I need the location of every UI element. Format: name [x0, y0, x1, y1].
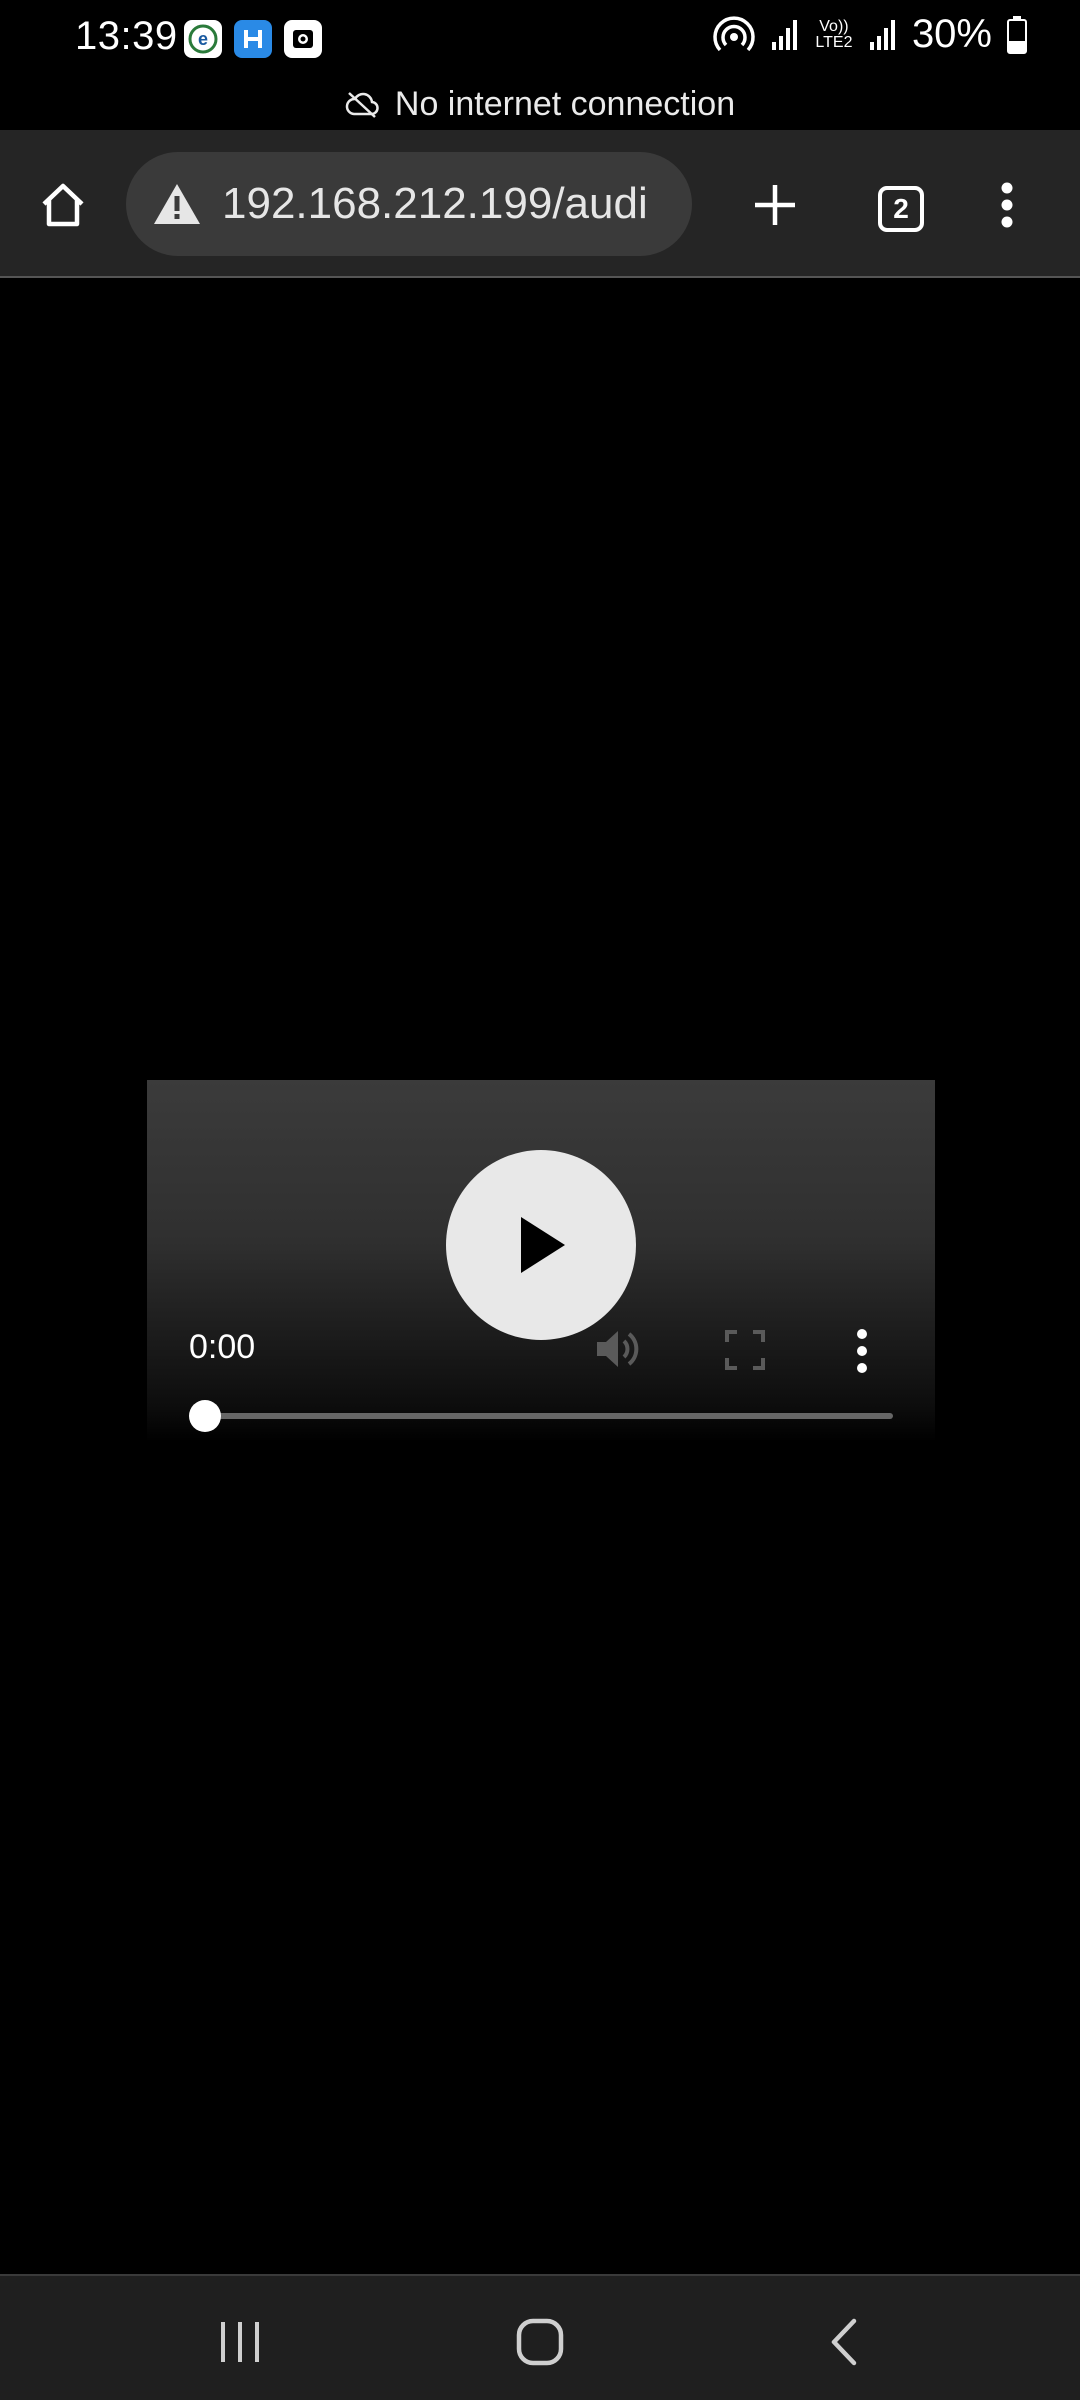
battery-percent: 30% — [911, 12, 992, 56]
current-time: 0:00 — [189, 1328, 256, 1366]
recents-button[interactable] — [200, 2302, 280, 2382]
seek-bar[interactable] — [203, 1413, 893, 1419]
play-button[interactable] — [446, 1150, 636, 1340]
player-options-button[interactable] — [850, 1326, 874, 1376]
status-time: 13:39 — [75, 14, 178, 58]
battery-icon — [1007, 15, 1027, 54]
status-right-group: Vo)) LTE2 30% — [712, 12, 1028, 57]
volume-icon — [597, 1331, 639, 1367]
mute-button[interactable] — [593, 1324, 643, 1374]
play-icon — [521, 1217, 565, 1273]
signal-icon-1 — [771, 19, 797, 50]
plus-icon — [755, 185, 795, 225]
app-h-icon — [234, 20, 272, 58]
system-nav-bar — [0, 2274, 1080, 2400]
browser-toolbar: 192.168.212.199/audi 2 — [0, 130, 1080, 278]
fullscreen-button[interactable] — [723, 1328, 767, 1372]
svg-text:e: e — [198, 29, 208, 49]
offline-banner: No internet connection — [0, 78, 1080, 130]
home-nav-button[interactable] — [500, 2302, 580, 2382]
app-camera-icon — [284, 20, 322, 58]
signal-icon-2 — [869, 19, 895, 50]
hotspot-icon — [713, 15, 755, 51]
tab-count: 2 — [893, 193, 909, 224]
volte-label: Vo)) LTE2 — [815, 17, 853, 51]
app-e-icon: e — [184, 20, 222, 58]
recents-icon — [221, 2322, 259, 2362]
new-tab-button[interactable] — [740, 170, 810, 240]
url-text: 192.168.212.199/audi — [222, 179, 648, 228]
back-button[interactable] — [804, 2302, 884, 2382]
home-icon — [42, 183, 84, 227]
url-bar[interactable]: 192.168.212.199/audi — [126, 152, 692, 256]
home-nav-icon — [516, 2318, 564, 2366]
tab-count-badge: 2 — [878, 186, 924, 232]
seek-thumb[interactable] — [189, 1400, 221, 1432]
warning-icon — [154, 184, 200, 224]
more-vertical-icon — [1001, 182, 1013, 228]
cloud-off-icon — [345, 92, 379, 118]
home-button[interactable] — [28, 170, 98, 240]
more-vertical-icon — [857, 1329, 867, 1373]
browser-menu-button[interactable] — [972, 170, 1042, 240]
tab-switcher-button[interactable]: 2 — [866, 174, 936, 244]
status-notification-icons: e — [184, 20, 322, 58]
status-bar: 13:39 e Vo)) LTE2 30% — [0, 0, 1080, 78]
back-icon — [831, 2318, 857, 2366]
offline-text: No internet connection — [394, 84, 736, 123]
media-player: 0:00 — [147, 1080, 935, 1442]
fullscreen-icon — [725, 1330, 765, 1370]
